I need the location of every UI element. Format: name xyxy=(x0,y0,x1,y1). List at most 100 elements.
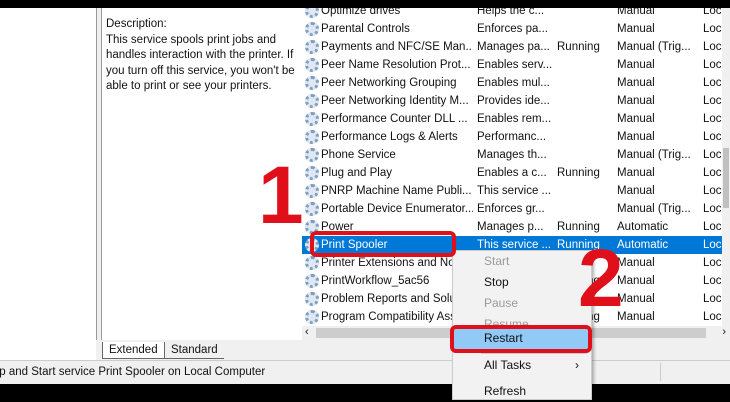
service-startup-type: Manual xyxy=(617,131,655,143)
tab-extended[interactable]: Extended xyxy=(102,342,164,359)
service-description: Manages th... xyxy=(477,149,547,161)
menu-separator xyxy=(481,353,587,354)
service-startup-type: Manual xyxy=(617,167,655,179)
menu-item-all-tasks[interactable]: All Tasks › xyxy=(453,355,591,376)
service-row[interactable]: Payments and NFC/SE Man... Manages pa...… xyxy=(302,38,722,56)
service-name: Payments and NFC/SE Man... xyxy=(321,41,473,53)
service-row[interactable]: Peer Networking Grouping Enables mul... … xyxy=(302,74,722,92)
service-row[interactable]: Parental Controls Enforces pa... Manual … xyxy=(302,20,722,38)
service-gear-icon xyxy=(305,256,319,270)
service-gear-icon xyxy=(305,310,319,324)
service-startup-type: Manual xyxy=(617,293,655,305)
annotation-box-print-spooler xyxy=(310,231,456,257)
service-row[interactable]: Optimize drives Helps the c... Manual Lo… xyxy=(302,8,722,20)
menu-item-pause[interactable]: Pause xyxy=(453,293,591,314)
service-startup-type: Automatic xyxy=(617,221,669,233)
service-description: Manages p... xyxy=(477,221,544,233)
service-gear-icon xyxy=(305,184,319,198)
service-startup-type: Manual xyxy=(617,275,655,287)
service-gear-icon xyxy=(305,112,319,126)
service-gear-icon xyxy=(305,58,319,72)
service-log-on-as: Loc xyxy=(703,59,722,71)
vertical-scrollbar[interactable] xyxy=(722,8,730,326)
service-row[interactable]: Plug and Play Enables a c... Running Man… xyxy=(302,164,722,182)
vertical-scroll-thumb[interactable] xyxy=(723,148,729,208)
view-tabs: Extended Standard xyxy=(96,340,730,360)
service-log-on-as: Loc xyxy=(703,149,722,161)
service-name: Plug and Play xyxy=(321,167,392,179)
service-description: Enforces gr... xyxy=(477,203,545,215)
service-row[interactable]: PNRP Machine Name Publi... This service … xyxy=(302,182,722,200)
service-log-on-as: Loc xyxy=(703,311,722,323)
annotation-box-restart xyxy=(450,325,592,353)
submenu-arrow-icon: › xyxy=(575,358,579,372)
service-row[interactable]: Portable Device Enumerator... Enforces g… xyxy=(302,200,722,218)
tab-standard[interactable]: Standard xyxy=(164,342,224,359)
service-name: Performance Counter DLL ... xyxy=(321,113,468,125)
service-startup-type: Automatic xyxy=(617,239,669,251)
service-description: This service ... xyxy=(477,185,552,197)
service-log-on-as: Loc xyxy=(703,131,722,143)
service-description: Enables rem... xyxy=(477,113,552,125)
service-row[interactable]: Phone Service Manages th... Manual (Trig… xyxy=(302,146,722,164)
service-name: PrintWorkflow_5ac56 xyxy=(321,275,430,287)
service-name: Phone Service xyxy=(321,149,396,161)
menu-item-refresh[interactable]: Refresh xyxy=(453,381,591,402)
service-log-on-as: Loc xyxy=(703,77,722,89)
description-heading: Description: xyxy=(106,18,167,30)
service-name: Parental Controls xyxy=(321,23,410,35)
service-row[interactable]: Peer Networking Identity M... Provides i… xyxy=(302,92,722,110)
scroll-right-icon[interactable]: › xyxy=(722,326,726,338)
service-gear-icon xyxy=(305,292,319,306)
console-tree-pane[interactable] xyxy=(0,8,96,360)
service-name: PNRP Machine Name Publi... xyxy=(321,185,472,197)
service-log-on-as: Loc xyxy=(703,167,722,179)
all-tasks-label: All Tasks xyxy=(484,358,532,372)
service-startup-type: Manual xyxy=(617,113,655,125)
service-description: Enables serv... xyxy=(477,59,553,71)
service-log-on-as: Loc xyxy=(703,41,722,53)
service-startup-type: Manual (Trig... xyxy=(617,203,691,215)
service-gear-icon xyxy=(305,94,319,108)
service-gear-icon xyxy=(305,22,319,36)
service-log-on-as: Loc xyxy=(703,23,722,35)
service-description: Enforces pa... xyxy=(477,23,548,35)
menu-item-stop[interactable]: Stop xyxy=(453,272,591,293)
service-description: Provides ide... xyxy=(477,95,550,107)
service-gear-icon xyxy=(305,148,319,162)
service-startup-type: Manual xyxy=(617,8,655,17)
service-gear-icon xyxy=(305,130,319,144)
status-bar: Stop and Start service Print Spooler on … xyxy=(0,360,730,384)
description-text: This service spools print jobs and handl… xyxy=(106,33,295,93)
service-row[interactable]: Performance Logs & Alerts Performanc... … xyxy=(302,128,722,146)
service-log-on-as: Loc xyxy=(703,95,722,107)
service-description: Enables mul... xyxy=(477,77,550,89)
status-text: Stop and Start service Print Spooler on … xyxy=(0,366,266,378)
scroll-left-icon[interactable]: ‹ xyxy=(305,326,309,338)
annotation-step-2: 2 xyxy=(578,233,624,324)
service-status: Running xyxy=(557,41,600,53)
service-gear-icon xyxy=(305,166,319,180)
service-log-on-as: Loc xyxy=(703,185,722,197)
service-log-on-as: Loc xyxy=(703,239,722,251)
service-log-on-as: Loc xyxy=(703,275,722,287)
service-gear-icon xyxy=(305,202,319,216)
service-row[interactable]: Peer Name Resolution Prot... Enables ser… xyxy=(302,56,722,74)
service-startup-type: Manual xyxy=(617,257,655,269)
service-startup-type: Manual xyxy=(617,311,655,323)
service-log-on-as: Loc xyxy=(703,113,722,125)
service-gear-icon xyxy=(305,8,319,18)
service-startup-type: Manual xyxy=(617,185,655,197)
service-gear-icon xyxy=(305,76,319,90)
menu-item-start[interactable]: Start xyxy=(453,251,591,272)
service-description: Manages pa... xyxy=(477,41,550,53)
service-log-on-as: Loc xyxy=(703,257,722,269)
service-startup-type: Manual xyxy=(617,77,655,89)
service-description: Performanc... xyxy=(477,131,547,143)
service-startup-type: Manual (Trig... xyxy=(617,149,691,161)
service-name: Program Compatibility Assi... xyxy=(321,311,468,323)
service-row[interactable]: Performance Counter DLL ... Enables rem.… xyxy=(302,110,722,128)
service-name: Performance Logs & Alerts xyxy=(321,131,458,143)
service-description: Enables a c... xyxy=(477,167,547,179)
service-name: Peer Networking Grouping xyxy=(321,77,457,89)
